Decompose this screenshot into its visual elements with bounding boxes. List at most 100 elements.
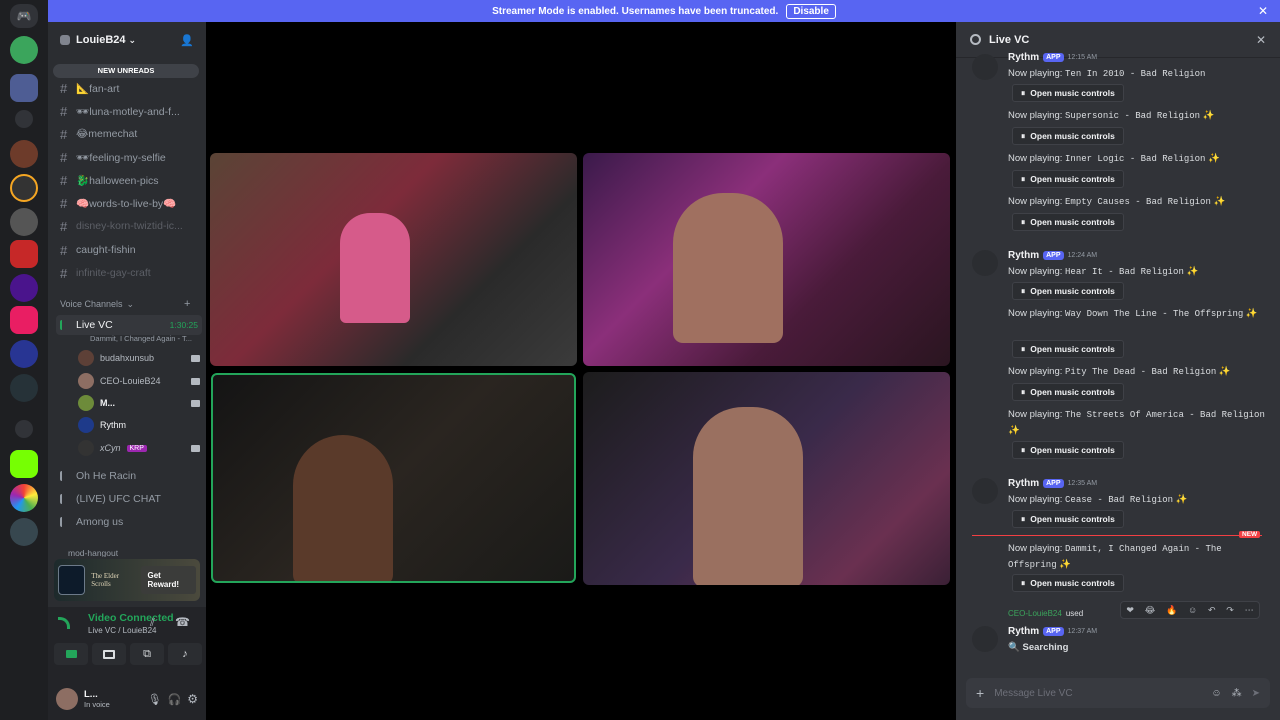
- channel-item[interactable]: # 🕶luna-motley-and-f...: [56, 101, 202, 121]
- voice-member[interactable]: xCyn KRP: [78, 438, 200, 458]
- used-by[interactable]: CEO-LouieB24: [1008, 609, 1062, 618]
- server-icon[interactable]: [10, 340, 38, 368]
- bot-avatar[interactable]: [972, 250, 998, 276]
- server-icon[interactable]: [10, 36, 38, 64]
- voice-channel-live-vc[interactable]: Live VC 1:30:25: [56, 315, 202, 335]
- server-icon[interactable]: [10, 174, 38, 202]
- channel-item[interactable]: # 😂memechat: [56, 124, 202, 144]
- reaction-icon[interactable]: ❤: [1126, 605, 1134, 616]
- more-icon[interactable]: ⋯: [1245, 605, 1254, 616]
- hash-icon: #: [60, 149, 68, 165]
- bot-avatar[interactable]: [972, 54, 998, 80]
- folder-icon[interactable]: [15, 110, 33, 128]
- fire-icon[interactable]: 🔥: [1166, 605, 1177, 616]
- now-playing-message: Now playing: Pity The Dead - Bad Religio…: [1008, 366, 1231, 377]
- channel-item[interactable]: # 🐉halloween-pics: [56, 170, 202, 190]
- server-icon[interactable]: [10, 450, 38, 478]
- server-icon[interactable]: [10, 306, 38, 334]
- send-icon[interactable]: ➤: [1252, 688, 1260, 699]
- camera-button[interactable]: [54, 643, 88, 665]
- voice-member[interactable]: CEO-LouieB24: [78, 371, 200, 391]
- open-music-controls-button[interactable]: ⏸ Open music controls: [1012, 213, 1124, 231]
- message-author[interactable]: Rythm APP 12:37 AM: [1008, 626, 1097, 637]
- discord-home-icon[interactable]: 🎮: [10, 4, 38, 28]
- open-music-controls-button[interactable]: ⏸ Open music controls: [1012, 84, 1124, 102]
- game-logo-icon: [58, 565, 86, 595]
- server-icon[interactable]: [10, 484, 38, 512]
- close-icon[interactable]: ✕: [1256, 33, 1266, 47]
- gear-icon[interactable]: ⚙: [187, 692, 198, 706]
- open-music-controls-button[interactable]: ⏸ Open music controls: [1012, 127, 1124, 145]
- server-icon[interactable]: [10, 140, 38, 168]
- reply-icon[interactable]: ↶: [1208, 605, 1216, 616]
- voice-member[interactable]: Rythm: [78, 415, 200, 435]
- disable-button[interactable]: Disable: [786, 3, 836, 19]
- promo-banner[interactable]: The Elder Scrolls Get Reward!: [54, 559, 200, 601]
- screenshare-button[interactable]: [92, 643, 126, 665]
- video-tile[interactable]: [583, 372, 950, 585]
- voice-channel[interactable]: Among us: [56, 512, 202, 532]
- channel-item[interactable]: # caught-fishin: [56, 240, 202, 260]
- hash-icon: #: [60, 265, 68, 281]
- category-header[interactable]: mod-hangout: [68, 548, 118, 557]
- soundboard-button[interactable]: ♪: [168, 643, 202, 665]
- video-tile[interactable]: [583, 153, 950, 366]
- voice-channel[interactable]: (LIVE) UFC CHAT: [56, 489, 202, 509]
- song-title: Empty Causes - Bad Religion: [1065, 197, 1211, 207]
- avatar[interactable]: [56, 688, 78, 710]
- connection-status[interactable]: Video Connected: [88, 612, 174, 624]
- message-author[interactable]: Rythm APP 12:15 AM: [1008, 52, 1097, 63]
- reaction-icon[interactable]: 😂: [1145, 605, 1156, 616]
- forward-icon[interactable]: ↷: [1226, 605, 1234, 616]
- voice-member[interactable]: budahxunsub: [78, 348, 200, 368]
- channel-item[interactable]: # infinite-gay-craft: [56, 263, 202, 283]
- channel-item[interactable]: # 🧠words-to-live-by🧠: [56, 193, 202, 213]
- activities-button[interactable]: ⧉: [130, 643, 164, 665]
- server-header[interactable]: LouieB24 ⌄ 👤: [48, 22, 206, 58]
- voice-member[interactable]: M...: [78, 393, 200, 413]
- server-icon[interactable]: [10, 208, 38, 236]
- open-music-controls-button[interactable]: ⏸ Open music controls: [1012, 170, 1124, 188]
- noise-suppression-icon[interactable]: ⫽: [150, 617, 155, 630]
- plus-icon[interactable]: +: [976, 685, 984, 701]
- open-music-controls-button[interactable]: ⏸ Open music controls: [1012, 340, 1124, 358]
- voice-category-header[interactable]: Voice Channels ⌄: [60, 299, 134, 310]
- server-icon[interactable]: [10, 518, 38, 546]
- add-member-icon[interactable]: 👤: [180, 34, 194, 47]
- video-tile[interactable]: [210, 153, 577, 366]
- channel-item[interactable]: # disney-korn-twiztid-ic...: [56, 216, 202, 236]
- open-music-controls-button[interactable]: ⏸ Open music controls: [1012, 383, 1124, 401]
- emoji-icon[interactable]: ☺: [1211, 688, 1221, 699]
- connection-location[interactable]: Live VC / LouieB24: [88, 626, 157, 635]
- disconnect-icon[interactable]: ☎: [175, 615, 190, 629]
- microphone-icon[interactable]: 🎙: [148, 693, 162, 706]
- headphones-icon[interactable]: 🎧: [168, 693, 182, 706]
- channel-item[interactable]: # 📐fan-art: [56, 78, 202, 98]
- open-music-controls-button[interactable]: ⏸ Open music controls: [1012, 282, 1124, 300]
- video-tile-speaking[interactable]: [211, 373, 576, 583]
- server-icon[interactable]: [10, 374, 38, 402]
- open-music-controls-button[interactable]: ⏸ Open music controls: [1012, 441, 1124, 459]
- channel-item[interactable]: # 🕶feeling-my-selfie: [56, 147, 202, 167]
- activities-icon: ⧉: [143, 647, 151, 660]
- add-reaction-icon[interactable]: ☺: [1188, 605, 1197, 615]
- new-unreads-badge[interactable]: NEW UNREADS: [53, 64, 199, 78]
- voice-channel[interactable]: Oh He Racin: [56, 466, 202, 486]
- get-reward-button[interactable]: Get Reward!: [141, 566, 196, 594]
- server-icon[interactable]: [10, 274, 38, 302]
- folder-icon[interactable]: [15, 420, 33, 438]
- message-author[interactable]: Rythm APP 12:24 AM: [1008, 250, 1097, 261]
- server-icon[interactable]: [10, 74, 38, 102]
- bot-avatar[interactable]: [972, 478, 998, 504]
- message-input[interactable]: + Message Live VC ☺ ⁂ ➤: [966, 678, 1270, 708]
- add-channel-icon[interactable]: +: [184, 298, 190, 310]
- bot-avatar[interactable]: [972, 626, 998, 652]
- message-author[interactable]: Rythm APP 12:35 AM: [1008, 478, 1097, 489]
- server-icon[interactable]: [10, 240, 38, 268]
- open-music-controls-button[interactable]: ⏸ Open music controls: [1012, 574, 1124, 592]
- close-icon[interactable]: ✕: [1258, 4, 1268, 18]
- person-figure: [340, 213, 410, 323]
- apps-icon[interactable]: ⁂: [1232, 688, 1242, 699]
- open-music-controls-button[interactable]: ⏸ Open music controls: [1012, 510, 1124, 528]
- new-messages-divider: [972, 535, 1262, 536]
